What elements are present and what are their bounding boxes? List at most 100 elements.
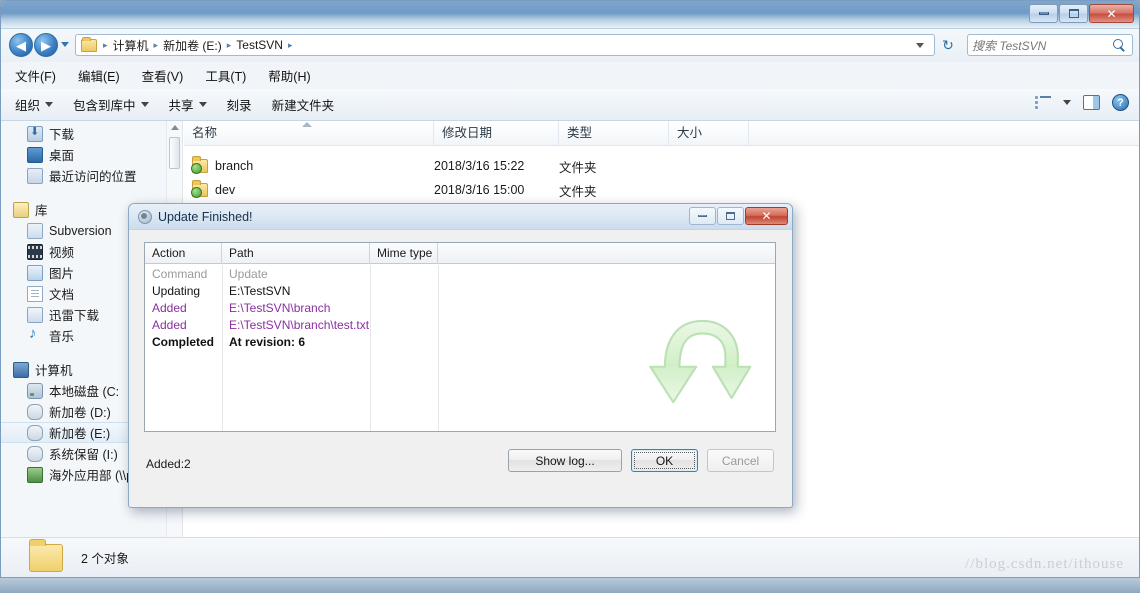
chevron-down-icon <box>45 102 54 107</box>
log-action-cell: Completed <box>152 334 215 349</box>
breadcrumb-folder[interactable]: TestSVN <box>233 38 286 52</box>
close-button[interactable]: ✕ <box>1089 4 1134 23</box>
menu-view[interactable]: 查看(V) <box>142 66 184 85</box>
close-icon: ✕ <box>1106 6 1117 21</box>
chevron-down-icon <box>140 102 149 107</box>
maximize-icon <box>726 212 735 220</box>
menu-bar: 文件(F) 编辑(E) 查看(V) 工具(T) 帮助(H) <box>1 62 1139 89</box>
dialog-column-action[interactable]: Action <box>145 243 222 264</box>
drive-icon <box>27 424 43 441</box>
dialog-column-path[interactable]: Path <box>222 243 370 264</box>
dialog-column-mime[interactable]: Mime type <box>370 243 438 264</box>
toolbar-new-folder-label: 新建文件夹 <box>271 99 335 113</box>
file-name-cell: branch <box>184 156 434 174</box>
sidebar-item-recent-places[interactable]: 最近访问的位置 <box>1 165 182 186</box>
search-placeholder: 搜索 TestSVN <box>972 38 1047 53</box>
dialog-column-path-label: Path <box>229 246 254 260</box>
dialog-close-button[interactable]: ✕ <box>745 207 788 225</box>
status-item-count: 2 个对象 <box>81 552 129 566</box>
scrollbar-thumb[interactable] <box>169 137 180 169</box>
menu-help[interactable]: 帮助(H) <box>268 66 310 85</box>
breadcrumb-separator[interactable]: ▸ <box>225 40 234 51</box>
file-name-label: dev <box>215 183 236 197</box>
list-item[interactable]: Command Update <box>145 265 775 282</box>
show-log-button[interactable]: Show log... <box>508 449 622 472</box>
column-header-type[interactable]: 类型 <box>559 121 669 146</box>
address-bar[interactable]: ▸ 计算机 ▸ 新加卷 (E:) ▸ TestSVN ▸ <box>75 34 935 56</box>
column-header-name-label: 名称 <box>192 126 218 140</box>
toolbar-organize[interactable]: 组织 <box>15 95 54 114</box>
column-header-size[interactable]: 大小 <box>669 121 749 146</box>
list-item[interactable]: Updating E:\TestSVN <box>145 282 775 299</box>
view-list-icon[interactable] <box>1035 95 1051 110</box>
file-modified-cell: 2018/3/16 15:00 <box>434 183 525 197</box>
table-row[interactable]: dev 2018/3/16 15:00 文件夹 <box>184 178 1139 202</box>
toolbar-share[interactable]: 共享 <box>169 95 207 114</box>
scroll-up-icon[interactable] <box>171 125 179 130</box>
chevron-down-icon[interactable] <box>916 42 924 48</box>
update-arrow-icon <box>649 319 752 404</box>
sort-ascending-icon <box>302 122 312 127</box>
toolbar-include-in-library[interactable]: 包含到库中 <box>73 95 149 114</box>
dialog-column-action-label: Action <box>152 246 186 260</box>
log-action-cell: Added <box>152 317 187 332</box>
chevron-down-icon[interactable] <box>1063 100 1071 105</box>
column-header-type-label: 类型 <box>567 126 593 140</box>
back-icon: ◀ <box>16 37 26 53</box>
dialog-minimize-button[interactable] <box>689 207 716 225</box>
window-titlebar: ✕ <box>1 1 1139 29</box>
folder-icon <box>29 538 63 572</box>
forward-button[interactable]: ▶ <box>34 33 58 57</box>
column-header-modified[interactable]: 修改日期 <box>434 121 559 146</box>
column-header-modified-label: 修改日期 <box>442 126 493 140</box>
breadcrumb-separator[interactable]: ▸ <box>286 40 295 51</box>
documents-icon <box>27 285 43 302</box>
sidebar-item-label: 新加卷 (D:) <box>49 406 111 420</box>
sidebar-item-label: 最近访问的位置 <box>49 170 137 184</box>
menu-tools[interactable]: 工具(T) <box>205 66 246 85</box>
help-icon[interactable]: ? <box>1112 94 1129 111</box>
refresh-button[interactable]: ↻ <box>937 35 959 55</box>
svn-folder-icon <box>191 180 208 198</box>
sidebar-item-label: 新加卷 (E:) <box>49 427 111 441</box>
menu-edit[interactable]: 编辑(E) <box>78 66 120 85</box>
table-row[interactable]: branch 2018/3/16 15:22 文件夹 <box>184 154 1139 178</box>
minimize-icon <box>1038 12 1049 15</box>
sidebar-item-label: 系统保留 (I:) <box>49 448 118 462</box>
log-path-cell: At revision: 6 <box>229 334 306 349</box>
sidebar-item-desktop[interactable]: 桌面 <box>1 144 182 165</box>
log-action-cell: Updating <box>152 283 201 298</box>
file-type-cell: 文件夹 <box>559 184 597 199</box>
breadcrumb-separator[interactable]: ▸ <box>101 40 110 51</box>
drive-icon <box>27 403 43 420</box>
breadcrumb-drive[interactable]: 新加卷 (E:) <box>160 37 225 54</box>
breadcrumb-computer[interactable]: 计算机 <box>110 37 152 54</box>
desktop-strip <box>0 578 1140 593</box>
dialog-log-list[interactable]: Action Path Mime type Command Update Upd… <box>144 242 776 432</box>
maximize-button[interactable] <box>1059 4 1088 23</box>
forward-icon: ▶ <box>41 37 51 53</box>
ok-button[interactable]: OK <box>631 449 698 472</box>
sidebar-item-downloads[interactable]: 下载 <box>1 123 182 144</box>
sidebar-item-label: 本地磁盘 (C: <box>49 385 120 399</box>
search-input[interactable]: 搜索 TestSVN <box>967 34 1133 56</box>
close-icon: ✕ <box>761 209 772 223</box>
minimize-button[interactable] <box>1029 4 1058 23</box>
back-button[interactable]: ◀ <box>9 33 33 57</box>
recent-pages-dropdown[interactable] <box>61 42 69 47</box>
svn-folder-icon <box>191 156 208 174</box>
breadcrumb-separator[interactable]: ▸ <box>152 40 161 51</box>
toolbar-burn[interactable]: 刻录 <box>227 95 252 114</box>
recent-places-icon <box>27 167 43 184</box>
file-modified-cell: 2018/3/16 15:22 <box>434 159 525 173</box>
preview-pane-icon[interactable] <box>1083 95 1100 110</box>
dialog-maximize-button[interactable] <box>717 207 744 225</box>
log-path-cell: E:\TestSVN\branch\test.txt <box>229 317 370 332</box>
menu-file[interactable]: 文件(F) <box>15 66 56 85</box>
toolbar-new-folder[interactable]: 新建文件夹 <box>272 95 335 114</box>
toolbar-burn-label: 刻录 <box>226 99 252 113</box>
cancel-button[interactable]: Cancel <box>707 449 774 472</box>
folder-icon <box>81 36 97 52</box>
dialog-column-extra[interactable] <box>438 243 777 264</box>
